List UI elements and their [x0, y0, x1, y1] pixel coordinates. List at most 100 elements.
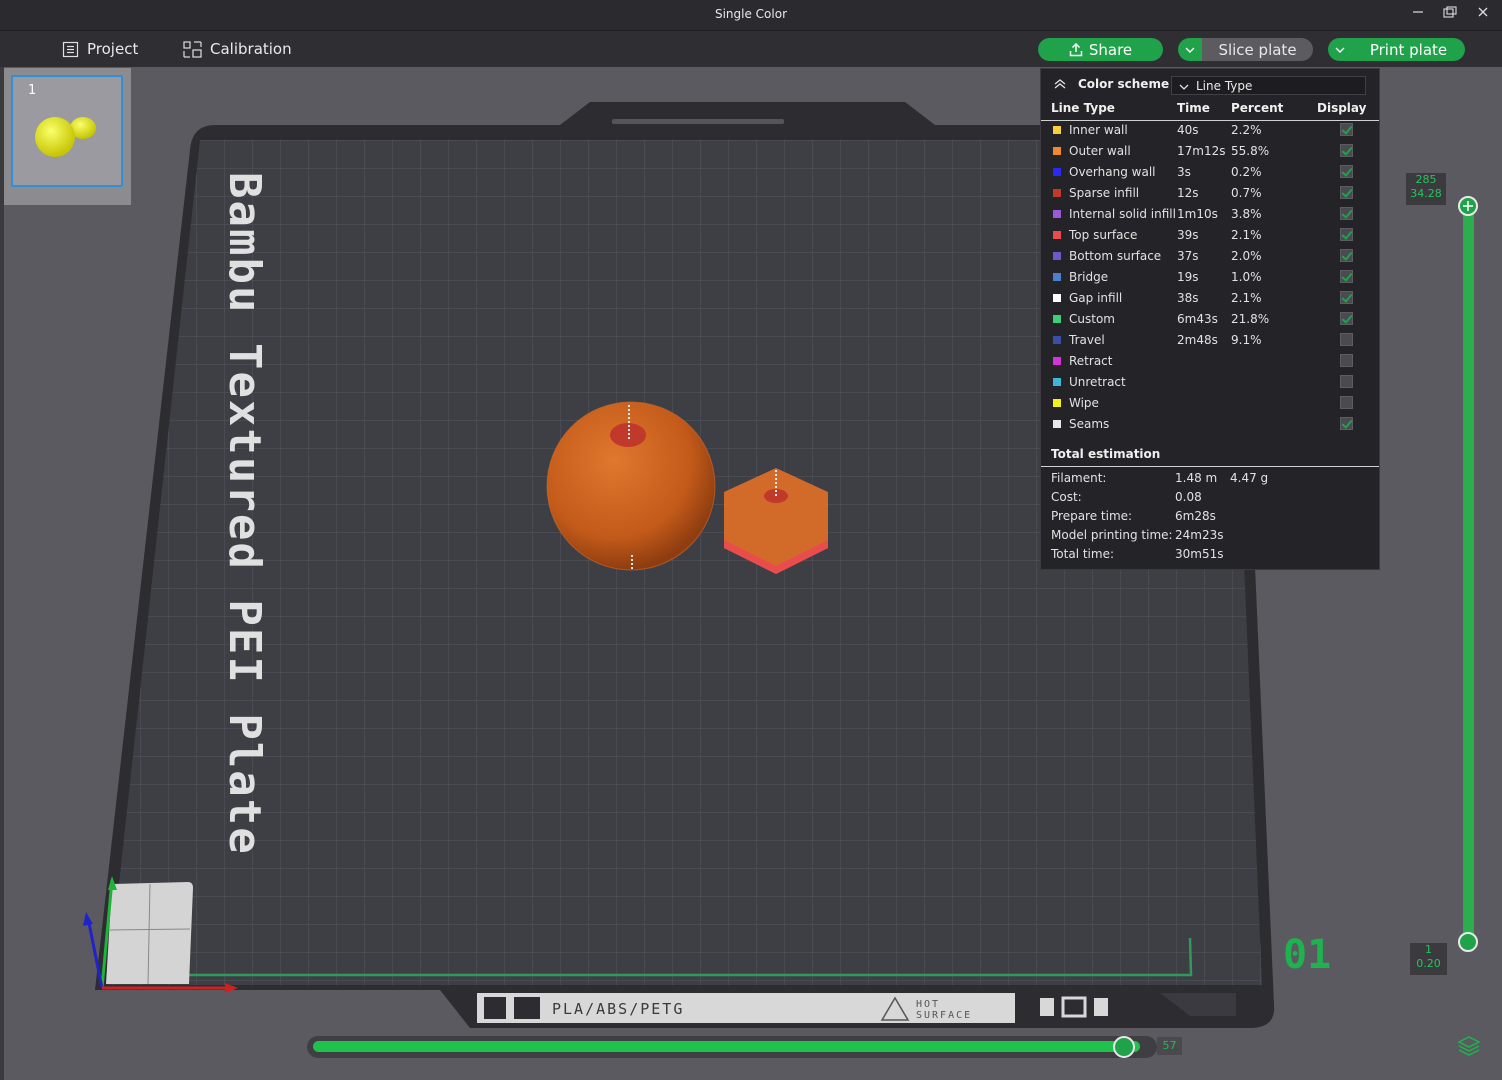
legend-row: Sparse infill 12s 0.7% — [1041, 184, 1379, 205]
line-type-percent: 0.2% — [1231, 165, 1262, 179]
slice-plate-label: Slice plate — [1218, 40, 1297, 59]
slice-dropdown-button[interactable] — [1178, 38, 1202, 61]
line-type-name: Travel — [1069, 333, 1105, 347]
minimize-icon[interactable] — [1408, 6, 1428, 24]
line-type-swatch — [1053, 357, 1061, 365]
legend-row: Outer wall 17m12s 55.8% — [1041, 142, 1379, 163]
line-type-time: 37s — [1177, 249, 1199, 263]
total-value: 6m28s — [1175, 509, 1216, 523]
line-type-name: Retract — [1069, 354, 1113, 368]
display-checkbox[interactable] — [1340, 249, 1353, 262]
line-type-swatch — [1053, 189, 1061, 197]
line-type-name: Seams — [1069, 417, 1110, 431]
color-scheme-label: Color scheme — [1078, 77, 1170, 91]
plate-number: 01 — [1283, 932, 1331, 978]
line-type-swatch — [1053, 210, 1061, 218]
display-checkbox[interactable] — [1340, 270, 1353, 283]
line-type-swatch — [1053, 336, 1061, 344]
calibration-label: Calibration — [210, 40, 292, 58]
line-type-percent: 21.8% — [1231, 312, 1270, 326]
line-type-percent: 2.0% — [1231, 249, 1262, 263]
total-label: Cost: — [1051, 490, 1082, 504]
line-type-percent: 2.2% — [1231, 123, 1262, 137]
bed-icon-b — [514, 997, 540, 1019]
plate-thumbnail[interactable]: 1 — [11, 75, 123, 187]
layer-slider-track[interactable] — [1463, 205, 1474, 941]
calibration-icon — [183, 40, 202, 58]
surface-label: SURFACE — [916, 1010, 972, 1021]
sphere-model[interactable] — [546, 401, 716, 571]
display-checkbox[interactable] — [1340, 396, 1353, 409]
total-estimation-title: Total estimation — [1051, 447, 1161, 461]
legend-row: Bottom surface 37s 2.0% — [1041, 247, 1379, 268]
total-row: Model printing time: 24m23s — [1041, 526, 1379, 545]
line-type-swatch — [1053, 315, 1061, 323]
line-type-time: 12s — [1177, 186, 1199, 200]
total-label: Model printing time: — [1051, 528, 1173, 542]
line-type-swatch — [1053, 378, 1061, 386]
layer-bottom-handle[interactable] — [1458, 932, 1478, 952]
display-checkbox[interactable] — [1340, 186, 1353, 199]
display-checkbox[interactable] — [1340, 144, 1353, 157]
collapse-icon[interactable] — [1053, 78, 1067, 90]
line-type-percent: 1.0% — [1231, 270, 1262, 284]
total-value: 24m23s — [1175, 528, 1224, 542]
close-icon[interactable] — [1473, 6, 1493, 24]
display-checkbox[interactable] — [1340, 207, 1353, 220]
line-type-time: 38s — [1177, 291, 1199, 305]
line-type-swatch — [1053, 126, 1061, 134]
layer-top-handle[interactable] — [1458, 196, 1478, 216]
calibration-menu[interactable]: Calibration — [183, 38, 292, 60]
display-checkbox[interactable] — [1340, 312, 1353, 325]
chevron-down-icon — [1335, 47, 1345, 53]
line-type-swatch — [1053, 420, 1061, 428]
line-type-percent: 9.1% — [1231, 333, 1262, 347]
line-type-time: 19s — [1177, 270, 1199, 284]
print-dropdown-button[interactable] — [1328, 38, 1352, 61]
legend-header: Color scheme Line Type — [1041, 69, 1379, 101]
window-title: Single Color — [714, 7, 788, 21]
share-label: Share — [1088, 40, 1133, 59]
plus-icon — [1463, 201, 1473, 211]
line-type-name: Overhang wall — [1069, 165, 1156, 179]
line-type-name: Gap infill — [1069, 291, 1123, 305]
display-checkbox[interactable] — [1340, 354, 1353, 367]
color-scheme-panel: Color scheme Line Type Line Type Time Pe… — [1040, 68, 1380, 570]
chevron-down-icon — [1185, 47, 1195, 53]
display-checkbox[interactable] — [1340, 291, 1353, 304]
move-slider-track[interactable] — [313, 1041, 1140, 1052]
line-type-name: Custom — [1069, 312, 1115, 326]
header-percent: Percent — [1231, 101, 1284, 115]
display-checkbox[interactable] — [1340, 165, 1353, 178]
legend-row: Retract — [1041, 352, 1379, 373]
total-value: 0.08 — [1175, 490, 1202, 504]
bed-icon-a — [484, 997, 506, 1019]
display-checkbox[interactable] — [1340, 333, 1353, 346]
project-label: Project — [87, 40, 139, 58]
display-checkbox[interactable] — [1340, 417, 1353, 430]
color-scheme-select[interactable]: Line Type — [1171, 76, 1366, 95]
layer-bottom-number: 1 — [1425, 943, 1432, 956]
total-label: Prepare time: — [1051, 509, 1133, 523]
line-type-time: 17m12s — [1177, 144, 1226, 158]
total-divider — [1041, 466, 1379, 467]
total-value: 1.48 m — [1175, 471, 1218, 485]
share-button[interactable]: Share — [1038, 38, 1163, 61]
total-row: Prepare time: 6m28s — [1041, 507, 1379, 526]
layers-icon[interactable] — [1457, 1036, 1481, 1056]
display-checkbox[interactable] — [1340, 123, 1353, 136]
line-type-name: Internal solid infill — [1069, 207, 1176, 221]
project-menu[interactable]: Project — [62, 38, 138, 60]
display-checkbox[interactable] — [1340, 228, 1353, 241]
slice-plate-button[interactable]: Slice plate — [1202, 38, 1313, 61]
chevron-down-icon — [1179, 84, 1189, 90]
plate-thumbnail-preview — [35, 117, 96, 157]
line-type-time: 2m48s — [1177, 333, 1218, 347]
line-type-percent: 2.1% — [1231, 228, 1262, 242]
line-type-name: Top surface — [1069, 228, 1138, 242]
restore-icon[interactable] — [1440, 6, 1460, 24]
display-checkbox[interactable] — [1340, 375, 1353, 388]
legend-row: Custom 6m43s 21.8% — [1041, 310, 1379, 331]
header-display: Display — [1317, 101, 1367, 115]
print-plate-button[interactable]: Print plate — [1352, 38, 1465, 61]
